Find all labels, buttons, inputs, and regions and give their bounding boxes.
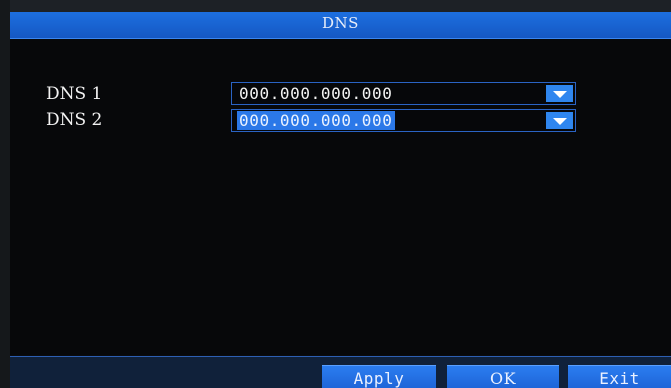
window-title: DNS bbox=[322, 14, 359, 32]
dns2-dropdown-button[interactable] bbox=[546, 112, 573, 129]
dns1-value[interactable]: 000.000.000.000 bbox=[237, 84, 395, 103]
dns1-field[interactable]: 000.000.000.000 bbox=[231, 82, 576, 105]
apply-button[interactable]: Apply bbox=[322, 365, 436, 388]
chevron-down-icon bbox=[552, 118, 567, 125]
dns-settings-panel: DNS 1 000.000.000.000 DNS 2 000.000.000.… bbox=[10, 39, 671, 355]
screen-bezel-left bbox=[0, 0, 10, 388]
exit-button[interactable]: Exit bbox=[568, 365, 671, 388]
screen-bezel-top bbox=[0, 0, 671, 12]
dns2-field[interactable]: 000.000.000.000 bbox=[231, 109, 576, 132]
dns2-label: DNS 2 bbox=[46, 110, 103, 130]
chevron-down-icon bbox=[552, 91, 567, 98]
ok-button[interactable]: OK bbox=[447, 365, 559, 388]
dns2-value[interactable]: 000.000.000.000 bbox=[237, 111, 395, 130]
title-bar: DNS bbox=[10, 12, 671, 39]
dns1-dropdown-button[interactable] bbox=[546, 85, 573, 102]
footer-bar: Apply OK Exit bbox=[10, 356, 671, 388]
dns-settings-screen: DNS DNS 1 000.000.000.000 DNS 2 000.000.… bbox=[0, 0, 671, 388]
dns1-label: DNS 1 bbox=[46, 84, 103, 104]
